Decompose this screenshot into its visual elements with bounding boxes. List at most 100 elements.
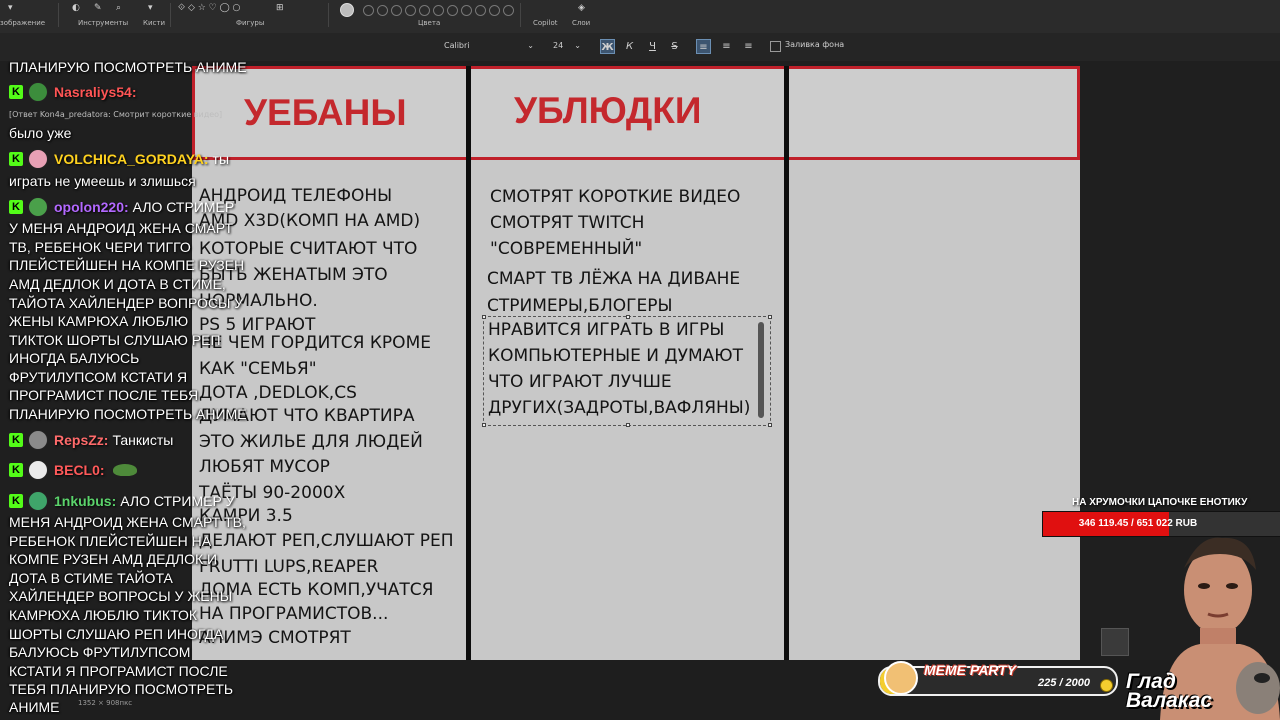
color-swatch[interactable] [377, 4, 388, 16]
color-swatch[interactable] [461, 4, 472, 16]
column-divider [784, 66, 789, 660]
color-swatch[interactable] [475, 4, 486, 16]
underline-button[interactable]: Ч [645, 39, 660, 54]
resize-handle[interactable] [768, 315, 772, 319]
resize-handle[interactable] [626, 423, 630, 427]
chat-message-line: ДОТА В СТИМЕ ТАЙОТА [9, 570, 173, 586]
color-swatch[interactable] [419, 4, 430, 16]
resize-handle[interactable] [626, 315, 630, 319]
chat-message-line: АНИМЕ [9, 699, 60, 715]
chat-username[interactable]: RepsZz: [54, 432, 108, 448]
chat-message-line: ХАЙЛЕНДЕР ВОПРОСЫ У ЖЕНЫ [9, 588, 233, 604]
pencil-icon[interactable]: ✎ [94, 3, 102, 13]
kick-badge-icon: K [9, 200, 23, 214]
brush-menu-icon[interactable]: ▾ [148, 3, 153, 13]
chat-message-line: У МЕНЯ АНДРОИД ЖЕНА СМАРТ [9, 220, 233, 236]
text-box-scrollbar[interactable] [758, 322, 764, 418]
divider [58, 3, 59, 27]
chat-user-row: K opolon220: АЛО СТРИМЕР [9, 197, 234, 217]
chat-username[interactable]: 1nkubus: [54, 493, 116, 509]
chat-username[interactable]: VOLCHICA_GORDAYA: [54, 151, 209, 167]
chat-message-line: ФРУТИЛУПСОМ КСТАТИ Я [9, 369, 188, 385]
chat-message-line: играть не умеешь и злишься [9, 173, 196, 189]
col1-line: ДОМА ЕСТЬ КОМП,УЧАТСЯ [199, 580, 434, 600]
color-swatch[interactable] [405, 4, 416, 16]
divider [170, 3, 171, 27]
shapes-icon[interactable]: ⟐ ◇ ☆ ♡ ◯ ○ [178, 3, 240, 13]
chat-message-line: ПЛАНИРУЮ ПОСМОТРЕТЬ АНИМЕ [9, 59, 247, 75]
divider [328, 3, 329, 27]
chat-message-line: ТЕБЯ ПЛАНИРУЮ ПОСМОТРЕТЬ [9, 681, 234, 697]
streamer-name-line: Валакас [1126, 689, 1213, 712]
streamer-name-logo: Глад Валакас [1126, 671, 1213, 712]
color-swatch[interactable] [363, 4, 374, 16]
chat-message-line: РЕБЕНОК ПЛЕЙСТЕЙШЕН НА [9, 533, 212, 549]
col1-line: НА ПРОГРАМИСТОВ... [199, 604, 389, 624]
layers-icon[interactable]: ◈ [578, 3, 585, 13]
text-format-bar [0, 33, 1280, 61]
align-center-icon[interactable]: ≡ [719, 39, 734, 54]
chat-message-line: ПЛАНИРУЮ ПОСМОТРЕТЬ АНИМЕ [9, 406, 247, 422]
kick-badge-icon: K [9, 85, 23, 99]
color-palette [340, 3, 514, 17]
chat-message-line: БАЛУЮСЬ ФРУТИЛУПСОМ [9, 644, 191, 660]
avatar [28, 197, 48, 217]
col1-line: ДЕЛАЮТ РЕП,СЛУШАЮТ РЕП [199, 531, 454, 551]
ribbon-toolbar: зображение ▾ ◐ ✎ ⌕ Инструменты ▾ Кисти ⟐… [0, 0, 1280, 33]
avatar [28, 491, 48, 511]
resize-handle[interactable] [482, 423, 486, 427]
chat-message-line: КАМРЮХА ЛЮБЛЮ ТИКТОК [9, 607, 198, 623]
strikethrough-button[interactable]: S [667, 39, 682, 54]
chat-username[interactable]: opolon220: [54, 199, 129, 215]
fill-background-checkbox[interactable] [770, 41, 781, 52]
meme-party-title: MEME PARTY [924, 662, 1017, 678]
chat-message-line: ИНОГДА БАЛУЮСЬ [9, 350, 140, 366]
chevron-down-icon: ⌄ [574, 41, 581, 50]
resize-handle[interactable] [482, 315, 486, 319]
align-right-icon[interactable]: ≡ [741, 39, 756, 54]
image-menu-icon[interactable]: ▾ [8, 3, 13, 13]
column-header-2: УБЛЮДКИ [514, 90, 702, 131]
chat-message-line: ШОРТЫ СЛУШАЮ РЕП ИНОГДА [9, 626, 224, 642]
col1-line: КОТОРЫЕ СЧИТАЮТ ЧТО [199, 239, 418, 259]
color-swatch[interactable] [433, 4, 444, 16]
color-swatch[interactable] [489, 4, 500, 16]
magnifier-icon[interactable]: ⌕ [116, 3, 121, 13]
coin-icon [1100, 679, 1113, 692]
kick-badge-icon: K [9, 494, 23, 508]
col2-line: СМОТРЯТ TWITCH [490, 213, 645, 233]
cat-icon [884, 661, 918, 695]
align-left-icon[interactable]: ≡ [696, 39, 711, 54]
active-color-swatch[interactable] [340, 3, 354, 17]
col2-line: ЧТО ИГРАЮТ ЛУЧШЕ [488, 372, 672, 392]
ribbon-group-brushes: Кисти [143, 19, 165, 27]
ribbon-group-tools: Инструменты [78, 19, 129, 27]
color-swatch[interactable] [503, 4, 514, 16]
chat-username[interactable]: Nasraliys54: [54, 84, 137, 100]
col2-line: НРАВИТСЯ ИГРАТЬ В ИГРЫ [488, 320, 725, 340]
chat-message-line: КОМПЕ РУЗЕН АМД ДЕДЛОК И [9, 551, 218, 567]
bold-button[interactable]: Ж [600, 39, 615, 54]
paint-canvas[interactable]: УЕБАНЫ УБЛЮДКИ АНДРОИД ТЕЛЕФОНЫ AMD X3D(… [192, 66, 1080, 660]
chat-message-line: КСТАТИ Я ПРОГРАМИСТ ПОСЛЕ [9, 663, 228, 679]
chat-username[interactable]: BECL0: [54, 462, 105, 478]
font-size-select[interactable]: 24 ⌄ [549, 38, 585, 54]
avatar [28, 460, 48, 480]
avatar [28, 430, 48, 450]
divider [520, 3, 521, 27]
chat-message-line: ТВ, РЕБЕНОК ЧЕРИ ТИГГО [9, 239, 191, 255]
col2-line: ДРУГИХ(ЗАДРОТЫ,ВАФЛЯНЫ) [488, 398, 751, 418]
chat-user-row: K 1nkubus: АЛО СТРИМЕР У [9, 491, 235, 511]
col1-line: ЭТО ЖИЛЬЕ ДЛЯ ЛЮДЕЙ [199, 432, 423, 452]
ribbon-group-layers: Слои [572, 19, 591, 27]
resize-handle[interactable] [768, 423, 772, 427]
eraser-icon[interactable]: ◐ [72, 3, 80, 13]
chat-user-row: K BECL0: [9, 460, 137, 480]
font-family-select[interactable]: Calibri ⌄ [438, 38, 538, 54]
color-swatch[interactable] [447, 4, 458, 16]
font-size-value: 24 [553, 41, 564, 50]
italic-button[interactable]: К [622, 39, 637, 54]
color-swatch[interactable] [391, 4, 402, 16]
shape-style-icon[interactable]: ⊞ [276, 3, 284, 13]
kick-badge-icon: K [9, 463, 23, 477]
